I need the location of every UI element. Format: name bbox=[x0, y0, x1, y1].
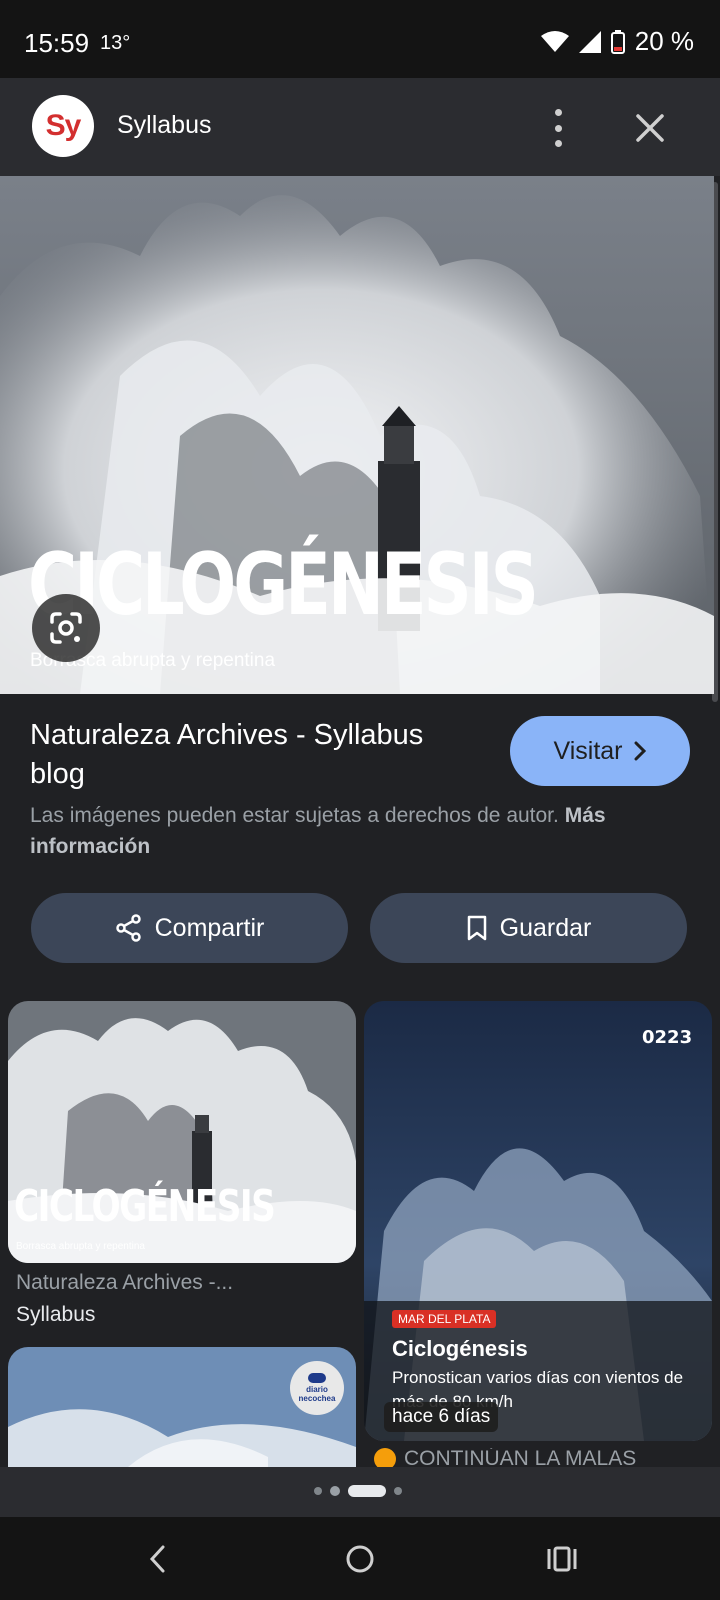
system-nav-bar bbox=[0, 1517, 720, 1600]
copyright-notice: Las imágenes pueden estar sujetas a dere… bbox=[30, 800, 690, 862]
google-lens-button[interactable] bbox=[32, 594, 100, 662]
signal-icon bbox=[578, 30, 601, 53]
logo-text: Sy bbox=[45, 109, 82, 142]
related-overlay-title: CICLOGÉNESIS bbox=[14, 1181, 276, 1232]
source-badge: diario necochea bbox=[290, 1361, 344, 1415]
share-button[interactable]: Compartir bbox=[31, 893, 348, 963]
visit-button[interactable]: Visitar bbox=[510, 716, 690, 786]
battery-level: 20 % bbox=[634, 26, 694, 56]
related-caption-title[interactable]: Naturaleza Archives -... bbox=[16, 1271, 233, 1295]
visit-label: Visitar bbox=[553, 736, 623, 765]
hero-overlay-title: CICLOGÉNESIS bbox=[28, 535, 539, 635]
save-button[interactable]: Guardar bbox=[370, 893, 687, 963]
site-name[interactable]: Syllabus bbox=[117, 111, 212, 140]
source-badge-text: diario necochea bbox=[298, 1385, 336, 1403]
status-time: 15:59 bbox=[24, 28, 90, 58]
home-icon bbox=[346, 1545, 374, 1573]
related-headline: Ciclogénesis bbox=[392, 1336, 528, 1361]
page-dot[interactable] bbox=[394, 1487, 402, 1495]
viewer-header: Sy Syllabus bbox=[0, 78, 720, 176]
share-icon bbox=[115, 914, 141, 942]
share-label: Compartir bbox=[154, 913, 265, 942]
related-caption-source[interactable]: Syllabus bbox=[16, 1303, 95, 1327]
pagination-dots bbox=[314, 1485, 402, 1497]
battery-icon bbox=[610, 29, 625, 54]
recents-icon bbox=[547, 1546, 577, 1572]
more-options-button[interactable] bbox=[538, 106, 578, 150]
status-bar: 15:59 13° 20 % bbox=[0, 0, 720, 78]
related-location-tag: MAR DEL PLATA bbox=[392, 1310, 497, 1328]
home-button[interactable] bbox=[338, 1537, 382, 1581]
close-icon[interactable] bbox=[630, 108, 670, 148]
back-button[interactable] bbox=[136, 1537, 180, 1581]
related-time-badge: hace 6 días bbox=[384, 1402, 499, 1432]
more-vert-icon bbox=[554, 109, 562, 116]
related-watermark: 0223 bbox=[642, 1027, 693, 1048]
site-logo[interactable]: Sy bbox=[32, 95, 94, 157]
copyright-text: Las imágenes pueden estar sujetas a dere… bbox=[30, 804, 559, 827]
recents-button[interactable] bbox=[540, 1537, 584, 1581]
page-dot[interactable] bbox=[314, 1487, 322, 1495]
bookmark-icon bbox=[467, 915, 486, 941]
page-dot-active[interactable] bbox=[348, 1485, 386, 1497]
chevron-right-icon bbox=[634, 741, 646, 761]
google-lens-icon bbox=[50, 612, 82, 644]
status-icons: 20 % bbox=[540, 26, 694, 57]
related-overlay-subtitle: Borrasca abrupta y repentina bbox=[16, 1241, 145, 1252]
back-icon bbox=[149, 1545, 165, 1573]
save-label: Guardar bbox=[499, 913, 592, 942]
wifi-icon bbox=[540, 30, 569, 52]
source-title[interactable]: Naturaleza Archives - Syllabus blog bbox=[30, 716, 480, 794]
status-temperature: 13° bbox=[100, 32, 131, 54]
page-dot[interactable] bbox=[330, 1486, 340, 1496]
